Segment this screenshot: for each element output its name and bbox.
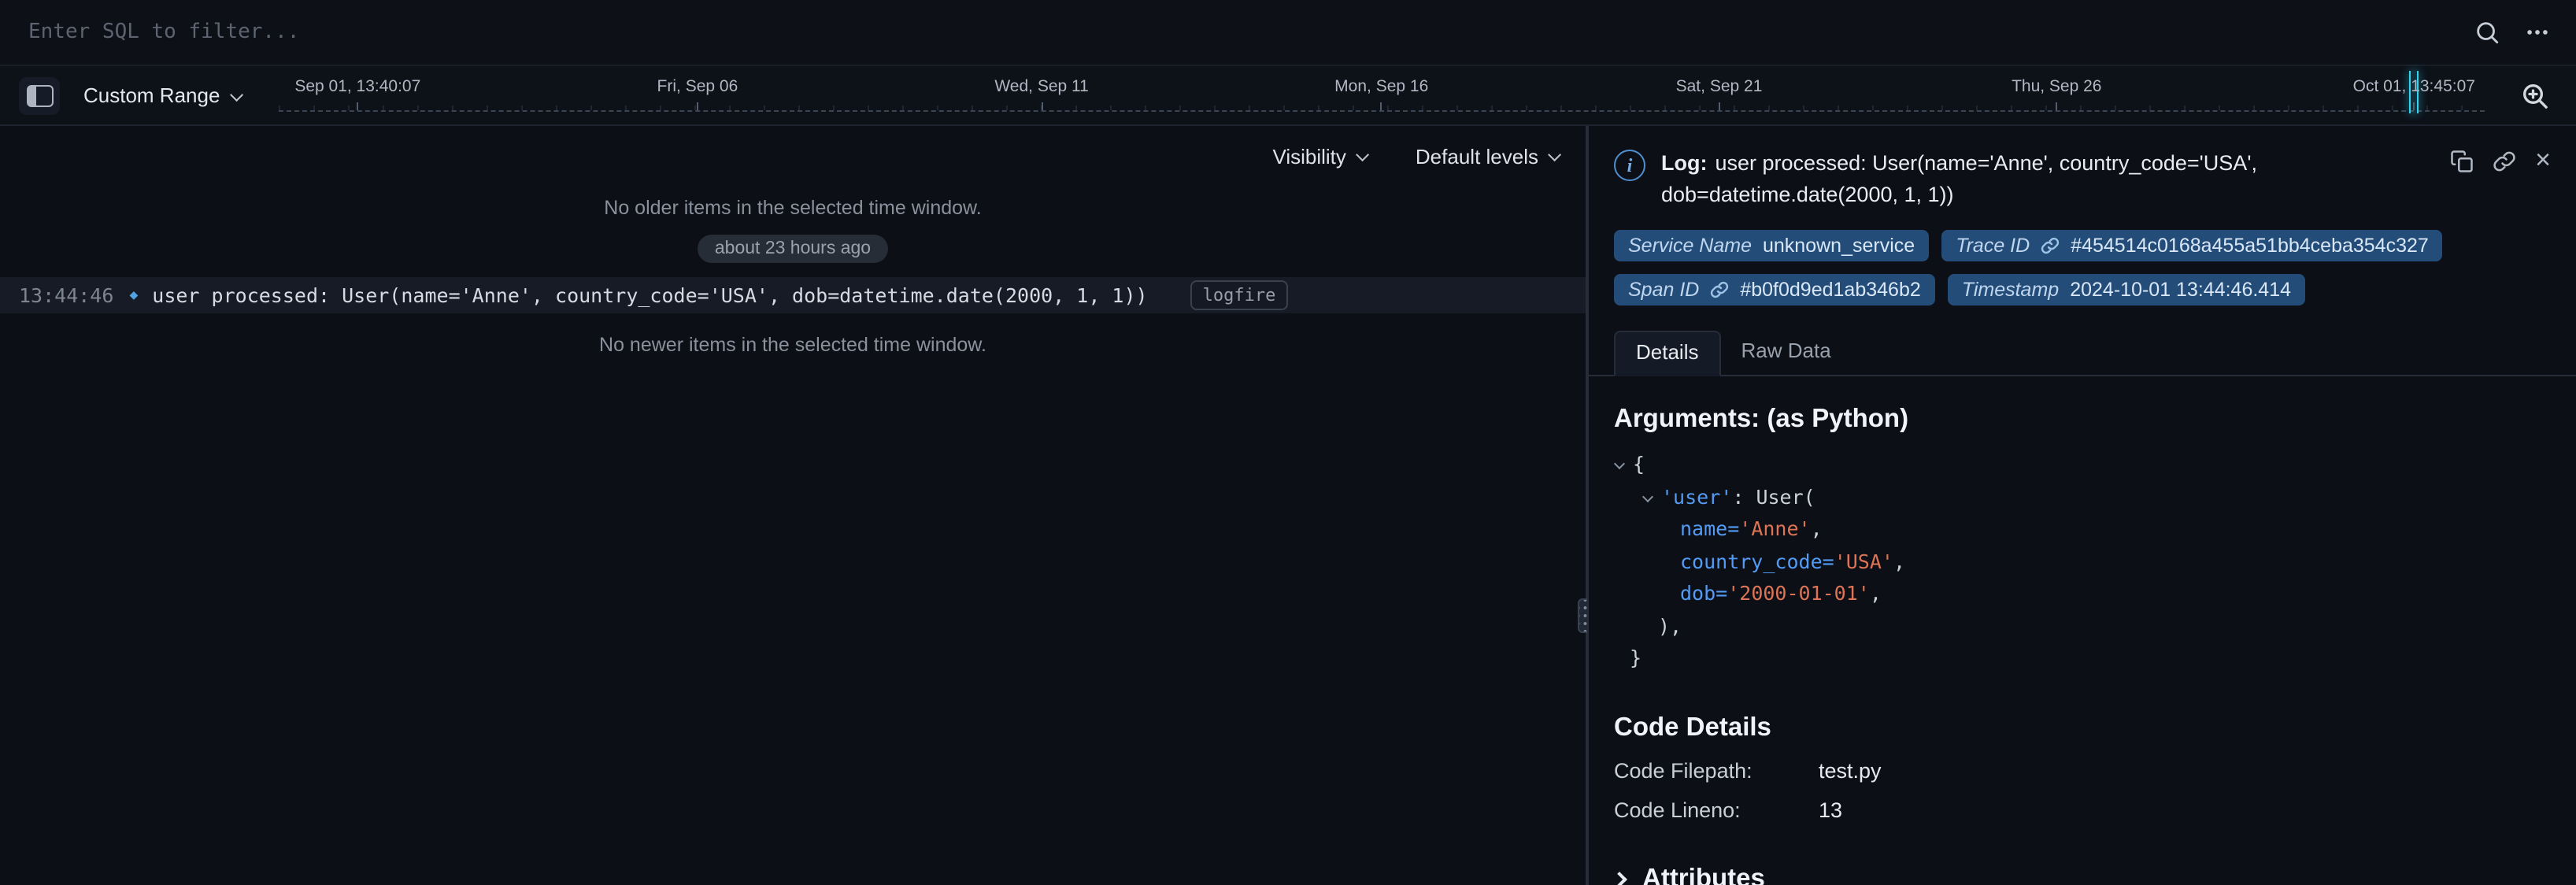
collapse-chevron-icon[interactable] bbox=[1614, 458, 1625, 469]
trace-id-value: #454514c0168a455a51bb4ceba354c327 bbox=[2071, 235, 2429, 257]
service-name-label: Service Name bbox=[1628, 235, 1752, 257]
link-icon bbox=[1710, 280, 1729, 299]
trace-id-label: Trace ID bbox=[1956, 235, 2030, 257]
timeline-tick-label: Sep 01, 13:40:07 bbox=[294, 77, 420, 96]
default-levels-label: Default levels bbox=[1416, 144, 1538, 168]
timeline-tick-label: Sat, Sep 21 bbox=[1676, 77, 1763, 96]
detail-title-text: user processed: User(name='Anne', countr… bbox=[1661, 151, 2257, 206]
code-line: dob='2000-01-01', bbox=[1614, 578, 2551, 610]
timeline-axis[interactable]: Sep 01, 13:40:07 Fri, Sep 06 Wed, Sep 11 Mo… bbox=[278, 66, 2485, 124]
timestamp-value: 2024-10-01 13:44:46.414 bbox=[2070, 279, 2291, 301]
span-id-label: Span ID bbox=[1628, 279, 1699, 301]
log-timestamp: 13:44:46 bbox=[19, 283, 113, 307]
app-root: Custom Range Sep 01, 13:40:07 Fri, Sep 06… bbox=[0, 0, 2576, 885]
badge-row: Service Name unknown_service Trace ID #4… bbox=[1614, 230, 2551, 305]
no-newer-items-notice: No newer items in the selected time wind… bbox=[0, 334, 1586, 356]
more-menu-icon[interactable] bbox=[2524, 19, 2551, 46]
log-list-panel: Visibility Default levels No older items… bbox=[0, 126, 1586, 885]
timeline-tick-mark bbox=[2413, 102, 2415, 110]
chevron-down-icon bbox=[230, 87, 243, 101]
detail-title: Log:user processed: User(name='Anne', co… bbox=[1661, 148, 2330, 209]
log-controls: Visibility Default levels bbox=[0, 126, 1586, 176]
log-message: user processed: User(name='Anne', countr… bbox=[152, 283, 1147, 307]
time-ago-badge: about 23 hours ago bbox=[698, 235, 888, 263]
code-lineno-value: 13 bbox=[1819, 798, 1842, 821]
code-details-heading: Code Details bbox=[1614, 713, 2551, 742]
attributes-toggle[interactable]: Attributes bbox=[1614, 864, 2551, 885]
attributes-heading: Attributes bbox=[1642, 864, 1765, 885]
timestamp-label: Timestamp bbox=[1962, 279, 2059, 301]
time-range-selector[interactable]: Custom Range bbox=[76, 83, 250, 107]
no-older-items-notice: No older items in the selected time wind… bbox=[0, 197, 1586, 219]
detail-tabs: Details Raw Data bbox=[1589, 331, 2576, 376]
default-levels-dropdown[interactable]: Default levels bbox=[1416, 144, 1560, 168]
span-id-badge[interactable]: Span ID #b0f0d9ed1ab346b2 bbox=[1614, 274, 1935, 305]
log-level-diamond-icon: ◆ bbox=[129, 287, 138, 303]
code-filepath-row: Code Filepath: test.py bbox=[1614, 758, 2551, 782]
code-lineno-row: Code Lineno: 13 bbox=[1614, 798, 2551, 821]
timeline-tick-label: Oct 01, 13:45:07 bbox=[2353, 77, 2475, 96]
visibility-label: Visibility bbox=[1272, 144, 1345, 168]
timeline-tick-mark bbox=[1719, 102, 1720, 110]
tab-details[interactable]: Details bbox=[1614, 331, 1721, 376]
timeline-bar: Custom Range Sep 01, 13:40:07 Fri, Sep 06… bbox=[0, 66, 2576, 126]
close-icon[interactable]: × bbox=[2535, 146, 2551, 173]
link-icon bbox=[2041, 236, 2060, 255]
log-scope-tag: logfire bbox=[1190, 280, 1289, 310]
search-icon[interactable] bbox=[2474, 19, 2500, 46]
timeline-tick-label: Thu, Sep 26 bbox=[2012, 77, 2101, 96]
code-line: country_code='USA', bbox=[1614, 546, 2551, 578]
timeline-axis-line bbox=[278, 110, 2485, 112]
copy-icon[interactable] bbox=[2450, 150, 2474, 173]
detail-header: i Log:user processed: User(name='Anne', … bbox=[1614, 148, 2551, 209]
trace-id-badge[interactable]: Trace ID #454514c0168a455a51bb4ceba354c3… bbox=[1941, 230, 2443, 261]
code-line: } bbox=[1614, 642, 2551, 675]
time-range-label: Custom Range bbox=[83, 83, 220, 107]
code-lineno-label: Code Lineno: bbox=[1614, 798, 1819, 821]
python-arguments-tree: {'user': User(name='Anne',country_code='… bbox=[1614, 449, 2551, 675]
code-line: ), bbox=[1614, 610, 2551, 642]
timeline-tick-mark bbox=[357, 102, 358, 110]
code-line[interactable]: 'user': User( bbox=[1614, 481, 2551, 513]
timeline-tick-label: Fri, Sep 06 bbox=[657, 77, 738, 96]
sql-filter-input[interactable] bbox=[25, 19, 2474, 46]
code-line[interactable]: { bbox=[1614, 449, 2551, 481]
span-id-value: #b0f0d9ed1ab346b2 bbox=[1740, 279, 1920, 301]
collapse-chevron-icon[interactable] bbox=[1642, 491, 1653, 502]
timeline-tick-mark bbox=[1381, 102, 1382, 110]
arguments-heading: Arguments: (as Python) bbox=[1614, 405, 2551, 435]
visibility-dropdown[interactable]: Visibility bbox=[1272, 144, 1368, 168]
service-name-value: unknown_service bbox=[1763, 235, 1915, 257]
code-filepath-label: Code Filepath: bbox=[1614, 758, 1819, 782]
code-filepath-value: test.py bbox=[1819, 758, 1882, 782]
info-icon: i bbox=[1614, 150, 1645, 181]
timeline-tick-label: Mon, Sep 16 bbox=[1334, 77, 1428, 96]
service-name-badge[interactable]: Service Name unknown_service bbox=[1614, 230, 1929, 261]
code-line: name='Anne', bbox=[1614, 513, 2551, 546]
timeline-tick-mark bbox=[1041, 102, 1042, 110]
sql-filter-bar bbox=[0, 0, 2576, 66]
timeline-tick-mark bbox=[697, 102, 698, 110]
zoom-in-icon[interactable] bbox=[2513, 76, 2557, 114]
chevron-down-icon bbox=[1548, 148, 1561, 161]
sidebar-toggle-icon bbox=[26, 84, 53, 106]
detail-title-prefix: Log: bbox=[1661, 151, 1708, 175]
sidebar-toggle-button[interactable] bbox=[19, 76, 60, 114]
timeline-tick-label: Wed, Sep 11 bbox=[994, 77, 1088, 96]
tab-raw-data[interactable]: Raw Data bbox=[1721, 331, 1852, 375]
timeline-tick-mark bbox=[2056, 102, 2057, 110]
link-icon[interactable] bbox=[2493, 150, 2516, 173]
timestamp-badge[interactable]: Timestamp 2024-10-01 13:44:46.414 bbox=[1948, 274, 2305, 305]
main-area: Visibility Default levels No older items… bbox=[0, 126, 2576, 885]
chevron-right-icon bbox=[1612, 872, 1627, 885]
chevron-down-icon bbox=[1356, 148, 1369, 161]
log-row[interactable]: 13:44:46 ◆ user processed: User(name='An… bbox=[0, 277, 1586, 313]
detail-panel: i Log:user processed: User(name='Anne', … bbox=[1587, 126, 2576, 885]
